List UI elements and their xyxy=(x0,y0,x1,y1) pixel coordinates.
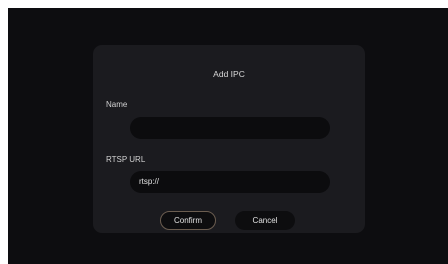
name-label: Name xyxy=(106,100,128,109)
cancel-button[interactable]: Cancel xyxy=(235,211,295,230)
rtsp-url-label: RTSP URL xyxy=(106,155,146,164)
add-ipc-dialog: Add IPC Name RTSP URL rtsp:// Confirm Ca… xyxy=(93,45,365,233)
name-input[interactable] xyxy=(130,117,330,139)
screen-backdrop: Add IPC Name RTSP URL rtsp:// Confirm Ca… xyxy=(8,8,448,264)
confirm-button[interactable]: Confirm xyxy=(160,211,216,230)
rtsp-url-input[interactable]: rtsp:// xyxy=(130,171,330,193)
dialog-title: Add IPC xyxy=(213,69,245,79)
